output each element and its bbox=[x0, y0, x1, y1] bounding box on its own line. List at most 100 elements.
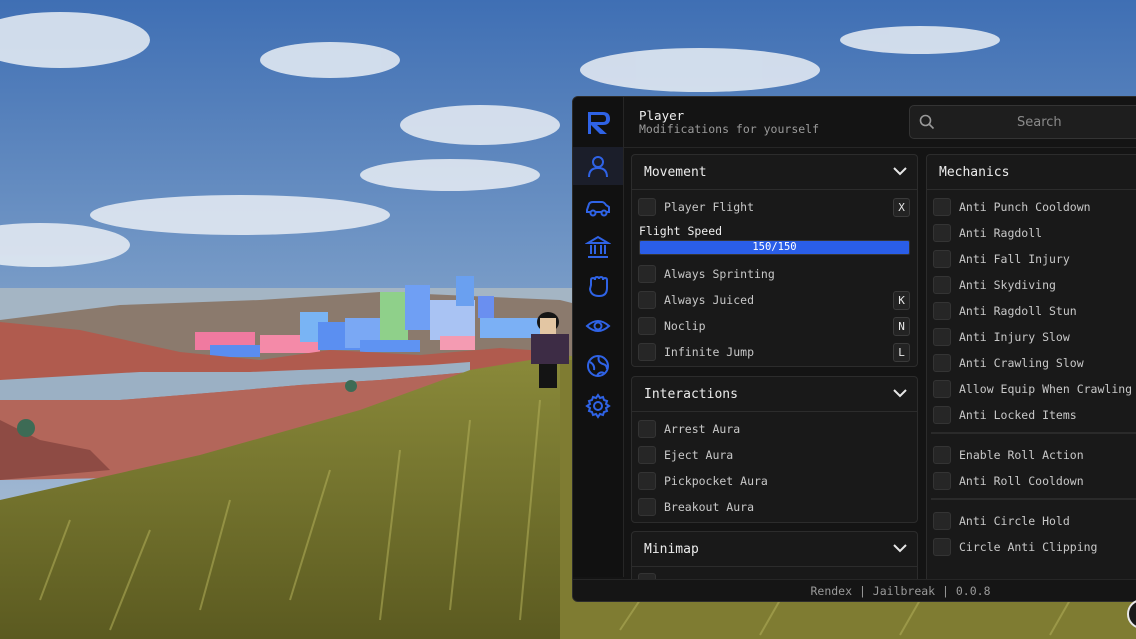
toggle-label: Anti Crawling Slow bbox=[959, 356, 1084, 370]
checkbox[interactable] bbox=[638, 446, 656, 464]
interactions-header[interactable]: Interactions bbox=[632, 377, 917, 412]
checkbox[interactable] bbox=[933, 472, 951, 490]
cheat-menu-panel: Player Modifications for yourself Search… bbox=[572, 96, 1136, 602]
toggle-label: Eject Aura bbox=[664, 448, 734, 462]
toggle-label: Anti Punch Cooldown bbox=[959, 200, 1091, 214]
toggle-arrest-aura[interactable]: Arrest Aura bbox=[632, 419, 917, 441]
checkbox[interactable] bbox=[933, 512, 951, 530]
toggle-infinite-jump[interactable]: Infinite Jump L bbox=[632, 342, 917, 364]
nav-world[interactable] bbox=[573, 347, 623, 385]
slider-value: 150/150 bbox=[752, 241, 797, 253]
nav-settings[interactable] bbox=[573, 387, 623, 425]
toggle-label: Breakout Aura bbox=[664, 500, 755, 514]
checkbox[interactable] bbox=[638, 291, 656, 309]
toggle-anti-fall-injury[interactable]: Anti Fall Injury bbox=[927, 249, 1136, 271]
keybind-button[interactable]: X bbox=[893, 198, 910, 217]
checkbox[interactable] bbox=[933, 224, 951, 242]
fist-icon bbox=[588, 275, 608, 298]
toggle-anti-skydiving[interactable]: Anti Skydiving bbox=[927, 275, 1136, 297]
toggle-anti-circle-hold[interactable]: Anti Circle Hold bbox=[927, 511, 1136, 533]
toggle-anti-roll-cooldown[interactable]: Anti Roll Cooldown bbox=[927, 471, 1136, 493]
checkbox[interactable] bbox=[638, 420, 656, 438]
toggle-player-flight[interactable]: Player Flight X bbox=[632, 197, 917, 219]
toggle-label: Anti Ragdoll Stun bbox=[959, 304, 1077, 318]
checkbox[interactable] bbox=[638, 198, 656, 216]
checkbox[interactable] bbox=[638, 317, 656, 335]
nav-player[interactable] bbox=[573, 147, 623, 185]
eye-icon bbox=[585, 320, 611, 332]
toggle-anti-ragdoll-stun[interactable]: Anti Ragdoll Stun bbox=[927, 301, 1136, 323]
search-input[interactable]: Search bbox=[909, 105, 1136, 139]
footer-status: Rendex | Jailbreak | 0.0.8 bbox=[573, 579, 1136, 601]
toggle-label: Anti Skydiving bbox=[959, 278, 1056, 292]
vehicle-icon bbox=[586, 201, 610, 217]
toggle-label: Allow Equip When Crawling bbox=[959, 382, 1133, 396]
panel-header: Player Modifications for yourself Search bbox=[624, 97, 1136, 148]
checkbox[interactable] bbox=[933, 276, 951, 294]
nav-visuals[interactable] bbox=[573, 307, 623, 345]
toggle-label: Circle Anti Clipping bbox=[959, 540, 1098, 554]
chevron-down-icon[interactable] bbox=[893, 543, 907, 553]
keybind-button[interactable]: N bbox=[893, 317, 910, 336]
toggle-label: Arrest Aura bbox=[664, 422, 741, 436]
bank-icon bbox=[585, 235, 611, 258]
checkbox[interactable] bbox=[933, 446, 951, 464]
checkbox[interactable] bbox=[933, 406, 951, 424]
toggle-label: Anti Roll Cooldown bbox=[959, 474, 1084, 488]
toggle-circle-anti-clipping[interactable]: Circle Anti Clipping bbox=[927, 537, 1136, 559]
toggle-always-sprinting[interactable]: Always Sprinting bbox=[632, 264, 917, 286]
movement-section: Movement Player Flight X Flight Speed 15… bbox=[631, 154, 918, 367]
nav-bank[interactable] bbox=[573, 228, 623, 266]
section-title: Mechanics bbox=[939, 165, 1010, 180]
toggle-allow-equip-crawling[interactable]: Allow Equip When Crawling bbox=[927, 379, 1136, 401]
checkbox[interactable] bbox=[933, 250, 951, 268]
checkbox[interactable] bbox=[638, 343, 656, 361]
page-title: Player bbox=[639, 108, 685, 123]
checkbox[interactable] bbox=[638, 498, 656, 516]
toggle-anti-locked-items[interactable]: Anti Locked Items bbox=[927, 405, 1136, 427]
toggle-label: Always Juiced bbox=[664, 293, 755, 307]
nav-combat[interactable] bbox=[573, 267, 623, 305]
toggle-label: Player Flight bbox=[664, 200, 755, 214]
movement-header[interactable]: Movement bbox=[632, 155, 917, 190]
toggle-label: Anti Locked Items bbox=[959, 408, 1077, 422]
mechanics-header[interactable]: Mechanics bbox=[927, 155, 1136, 190]
keybind-button[interactable]: K bbox=[893, 291, 910, 310]
toggle-pickpocket-aura[interactable]: Pickpocket Aura bbox=[632, 471, 917, 493]
nav-vehicle[interactable] bbox=[573, 188, 623, 226]
toggle-label: Always Sprinting bbox=[664, 267, 775, 281]
checkbox[interactable] bbox=[933, 380, 951, 398]
toggle-label: Anti Ragdoll bbox=[959, 226, 1043, 240]
flight-speed-slider[interactable]: 150/150 bbox=[639, 240, 910, 255]
keybind-button[interactable]: L bbox=[893, 343, 910, 362]
divider bbox=[931, 432, 1136, 434]
checkbox[interactable] bbox=[933, 538, 951, 556]
search-placeholder: Search bbox=[1017, 115, 1062, 130]
toggle-anti-punch-cooldown[interactable]: Anti Punch Cooldown bbox=[927, 197, 1136, 219]
checkbox[interactable] bbox=[933, 354, 951, 372]
toggle-noclip[interactable]: Noclip N bbox=[632, 316, 917, 338]
gear-icon bbox=[585, 393, 611, 419]
checkbox[interactable] bbox=[933, 198, 951, 216]
checkbox[interactable] bbox=[933, 302, 951, 320]
toggle-breakout-aura[interactable]: Breakout Aura bbox=[632, 497, 917, 519]
chevron-down-icon[interactable] bbox=[893, 166, 907, 176]
toggle-anti-crawling-slow[interactable]: Anti Crawling Slow bbox=[927, 353, 1136, 375]
globe-icon bbox=[587, 355, 609, 377]
toggle-enable-roll-action[interactable]: Enable Roll Action bbox=[927, 445, 1136, 467]
minimap-header[interactable]: Minimap bbox=[632, 532, 917, 567]
toggle-eject-aura[interactable]: Eject Aura bbox=[632, 445, 917, 467]
checkbox[interactable] bbox=[933, 328, 951, 346]
logo-icon bbox=[588, 112, 610, 134]
toggle-anti-ragdoll[interactable]: Anti Ragdoll bbox=[927, 223, 1136, 245]
toggle-always-juiced[interactable]: Always Juiced K bbox=[632, 290, 917, 312]
sidebar bbox=[573, 97, 624, 577]
slider-label: Flight Speed bbox=[639, 224, 723, 238]
toggle-anti-injury-slow[interactable]: Anti Injury Slow bbox=[927, 327, 1136, 349]
toggle-label: Anti Injury Slow bbox=[959, 330, 1070, 344]
section-title: Interactions bbox=[644, 387, 738, 402]
chevron-down-icon[interactable] bbox=[893, 388, 907, 398]
toggle-label: Anti Circle Hold bbox=[959, 514, 1070, 528]
checkbox[interactable] bbox=[638, 265, 656, 283]
checkbox[interactable] bbox=[638, 472, 656, 490]
